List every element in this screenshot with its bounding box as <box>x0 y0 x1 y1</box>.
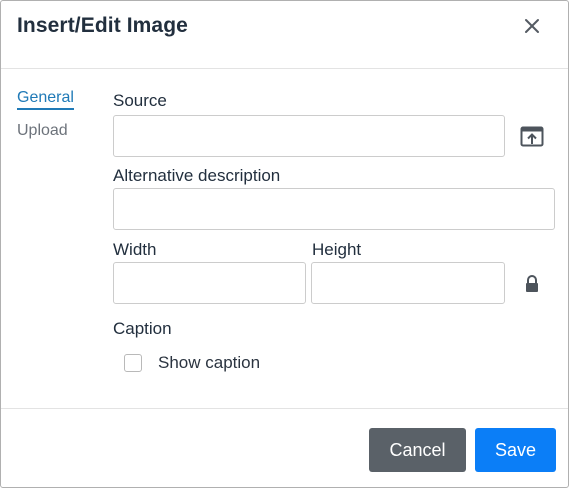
height-input[interactable] <box>311 262 505 304</box>
cancel-button[interactable]: Cancel <box>369 428 466 472</box>
show-caption-checkbox[interactable] <box>124 354 142 372</box>
constrain-proportions-button[interactable] <box>515 267 549 301</box>
close-icon <box>525 19 539 33</box>
alt-description-input[interactable] <box>113 188 555 230</box>
close-button[interactable] <box>517 11 547 41</box>
tab-upload[interactable]: Upload <box>17 122 68 140</box>
width-label: Width <box>113 240 157 259</box>
show-caption-label[interactable]: Show caption <box>158 353 260 373</box>
height-label: Height <box>312 240 362 259</box>
tab-general[interactable]: General <box>17 89 74 110</box>
alt-description-label: Alternative description <box>113 166 281 185</box>
source-label: Source <box>113 91 167 110</box>
caption-label: Caption <box>113 319 172 338</box>
source-input[interactable] <box>113 115 505 157</box>
lock-icon <box>526 275 538 292</box>
dialog-footer: Cancel Save <box>1 408 568 488</box>
width-input[interactable] <box>113 262 306 304</box>
save-button[interactable]: Save <box>475 428 556 472</box>
dialog-header: Insert/Edit Image <box>1 1 568 69</box>
upload-browse-icon <box>520 126 544 147</box>
browse-button[interactable] <box>515 120 549 154</box>
dialog-tabs: General Upload <box>17 89 97 152</box>
dialog-title: Insert/Edit Image <box>17 14 188 37</box>
insert-edit-image-dialog: Insert/Edit Image General Upload Source … <box>0 0 569 488</box>
